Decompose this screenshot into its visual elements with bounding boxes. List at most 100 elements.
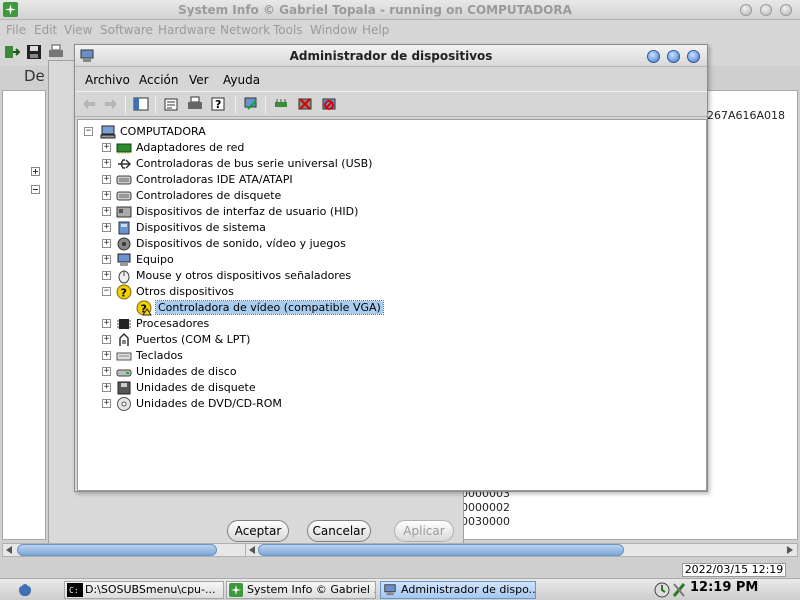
expand-toggle[interactable]: + (102, 207, 111, 216)
tree-node-label: Unidades de DVD/CD-ROM (136, 397, 282, 410)
menu-archivo[interactable]: Archivo (85, 73, 130, 87)
tray-network-icon[interactable] (672, 582, 686, 598)
tree-node[interactable]: + Controladoras de bus serie universal (U… (102, 156, 522, 172)
menu-edit[interactable]: Edit (34, 23, 57, 37)
menu-file[interactable]: File (6, 23, 26, 37)
collapse-icon[interactable] (31, 185, 40, 194)
cancel-button[interactable]: Cancelar (307, 520, 371, 542)
expand-toggle[interactable]: + (102, 223, 111, 232)
save-icon[interactable] (26, 44, 42, 60)
tree-node-label: Otros dispositivos (136, 285, 234, 298)
menu-tools[interactable]: Tools (273, 23, 303, 37)
background-left-pane[interactable] (2, 90, 46, 540)
device-tree[interactable]: − COMPUTADORA + Adaptadores de red + Contro… (77, 119, 707, 491)
tree-node[interactable]: + Procesadores (102, 316, 522, 332)
tree-node[interactable]: + Adaptadores de red (102, 140, 522, 156)
update-driver-icon[interactable] (273, 96, 289, 112)
scroll-thumb[interactable] (258, 544, 624, 556)
mouse-icon (118, 270, 130, 284)
menu-help[interactable]: Help (362, 23, 389, 37)
tree-node[interactable]: + Unidades de DVD/CD-ROM (102, 396, 522, 412)
tree-node[interactable]: ? Controladora de vídeo (compatible VGA) (122, 300, 542, 316)
start-menu-icon[interactable] (18, 583, 32, 597)
show-hide-console-tree-icon[interactable] (133, 96, 149, 112)
menu-accion[interactable]: Acción (139, 73, 178, 87)
collapse-toggle[interactable]: − (84, 127, 93, 136)
scan-hardware-icon[interactable] (243, 96, 259, 112)
close-button[interactable] (780, 4, 792, 16)
menu-window[interactable]: Window (310, 23, 357, 37)
tree-node[interactable]: + Unidades de disco (102, 364, 522, 380)
expand-icon[interactable] (31, 167, 40, 176)
expand-toggle[interactable]: + (102, 175, 111, 184)
svg-text:?: ? (215, 98, 221, 111)
tree-node[interactable]: + Unidades de disquete (102, 380, 522, 396)
value-text: 0000002 (461, 501, 510, 514)
dm-close-button[interactable] (687, 50, 700, 63)
tray-clock-sync-icon[interactable] (654, 582, 670, 598)
dvd-drive-icon (117, 397, 131, 411)
expand-toggle[interactable]: + (102, 351, 111, 360)
computer-icon (100, 125, 116, 139)
tree-node[interactable]: −? Otros dispositivos (102, 284, 522, 300)
expand-toggle[interactable]: + (102, 159, 111, 168)
menu-software[interactable]: Software (100, 23, 153, 37)
tree-root-computadora[interactable]: − COMPUTADORA (84, 124, 284, 140)
ide-controller-icon (116, 175, 132, 185)
menu-ver[interactable]: Ver (189, 73, 209, 87)
menu-network[interactable]: Network (220, 23, 270, 37)
tree-node[interactable]: + Puertos (COM & LPT) (102, 332, 522, 348)
tree-node[interactable]: + Teclados (102, 348, 522, 364)
scroll-left-arrow-icon[interactable] (6, 546, 12, 554)
menu-ayuda[interactable]: Ayuda (223, 73, 260, 87)
disable-device-icon[interactable] (321, 96, 337, 112)
expand-toggle[interactable]: + (102, 255, 111, 264)
tree-node[interactable]: + Equipo (102, 252, 522, 268)
device-manager-titlebar[interactable]: Administrador de dispositivos (75, 45, 707, 67)
scroll-right-arrow-icon[interactable] (787, 546, 793, 554)
taskbar-task-device-manager[interactable]: Administrador de dispo... (380, 581, 536, 599)
expand-toggle[interactable]: − (102, 287, 111, 296)
forward-arrow-icon[interactable] (103, 96, 119, 112)
expand-toggle[interactable]: + (102, 383, 111, 392)
expand-toggle[interactable]: + (102, 191, 111, 200)
exit-icon[interactable] (4, 44, 20, 60)
menu-hardware[interactable]: Hardware (158, 23, 216, 37)
tree-node[interactable]: + Dispositivos de sistema (102, 220, 522, 236)
scroll-thumb[interactable] (17, 544, 217, 556)
taskbar: C: D:\SOSUBSmenu\cpu-... System Info © G… (0, 578, 800, 600)
properties-icon[interactable] (163, 96, 179, 112)
scroll-left-arrow-icon[interactable] (249, 546, 255, 554)
tree-node-label: Controladores de disquete (136, 189, 282, 202)
expand-toggle[interactable]: + (102, 399, 111, 408)
menu-view[interactable]: View (64, 23, 92, 37)
expand-toggle[interactable]: + (102, 271, 111, 280)
tree-node[interactable]: + Controladores de disquete (102, 188, 522, 204)
expand-toggle[interactable]: + (102, 239, 111, 248)
print-icon[interactable] (187, 96, 203, 112)
tree-node[interactable]: + Dispositivos de sonido, vídeo y juegos (102, 236, 522, 252)
dm-maximize-button[interactable] (667, 50, 680, 63)
usb-icon (118, 159, 132, 169)
back-arrow-icon[interactable] (81, 96, 97, 112)
taskbar-task-cmd[interactable]: C: D:\SOSUBSmenu\cpu-... (64, 581, 224, 599)
expand-toggle[interactable]: + (102, 335, 111, 344)
expand-toggle[interactable]: + (102, 319, 111, 328)
expand-toggle[interactable]: + (102, 367, 111, 376)
print-icon[interactable] (48, 44, 64, 60)
help-icon[interactable]: ? (211, 96, 227, 112)
tree-node[interactable]: + Controladoras IDE ATA/ATAPI (102, 172, 522, 188)
accept-button[interactable]: Aceptar (227, 520, 289, 542)
taskbar-task-system-info[interactable]: System Info © Gabriel ... (226, 581, 376, 599)
expand-toggle[interactable]: + (102, 143, 111, 152)
maximize-button[interactable] (760, 4, 772, 16)
tree-node[interactable]: + Dispositivos de interfaz de usuario (HI… (102, 204, 522, 220)
minimize-button[interactable] (740, 4, 752, 16)
system-device-icon (118, 221, 130, 235)
hid-icon (116, 206, 132, 218)
dm-minimize-button[interactable] (647, 50, 660, 63)
tree-node[interactable]: + Mouse y otros dispositivos señaladores (102, 268, 522, 284)
uninstall-icon[interactable] (297, 96, 313, 112)
apply-button[interactable]: Aplicar (394, 520, 454, 542)
right-hscrollbar[interactable] (245, 543, 798, 557)
